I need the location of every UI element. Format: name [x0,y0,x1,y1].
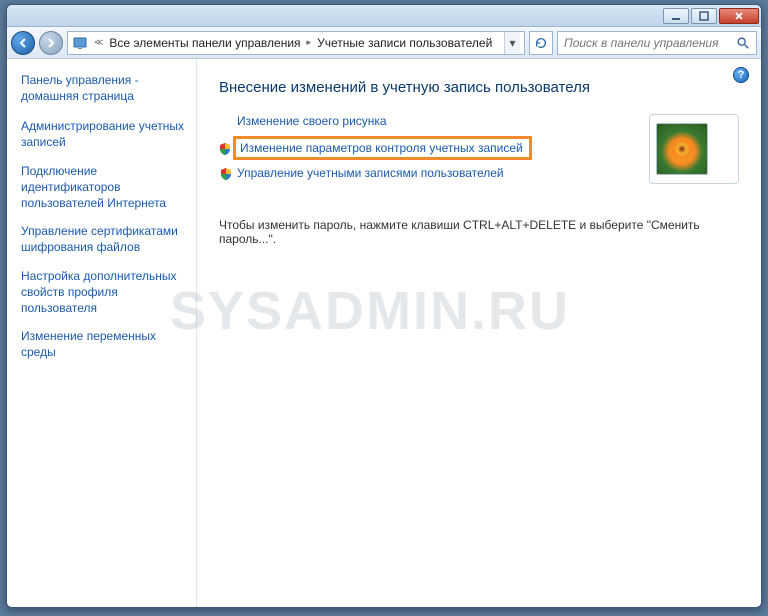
breadcrumb-dropdown-icon[interactable]: ▾ [504,32,520,54]
maximize-button[interactable] [691,8,717,24]
shield-icon [219,167,233,181]
minimize-button[interactable] [663,8,689,24]
change-picture-link[interactable]: Изменение своего рисунка [219,114,627,128]
change-uac-link[interactable]: Изменение параметров контроля учетных за… [233,136,532,160]
breadcrumb-chevron-icon: ≪ [92,37,105,48]
search-icon [736,36,750,50]
refresh-icon [534,36,548,50]
forward-button[interactable] [39,31,63,55]
back-button[interactable] [11,31,35,55]
main-panel: ? Внесение изменений в учетную запись по… [197,59,761,607]
shield-icon [218,142,232,156]
sidebar-link-admin-accounts[interactable]: Администрирование учетных записей [21,118,186,150]
close-icon [734,11,744,21]
help-icon: ? [738,69,745,81]
sidebar-link-profile-props[interactable]: Настройка дополнительных свойств профиля… [21,268,186,317]
close-button[interactable] [719,8,759,24]
control-panel-home-link[interactable]: Панель управления - домашняя страница [21,73,186,104]
manage-accounts-link[interactable]: Управление учетными записями пользовател… [219,166,627,180]
breadcrumb[interactable]: ≪ Все элементы панели управления ▸ Учетн… [67,31,525,55]
maximize-icon [699,11,709,21]
task-label: Управление учетными записями пользовател… [237,166,504,180]
body: Панель управления - домашняя страница Ад… [7,59,761,607]
control-panel-window: ≪ Все элементы панели управления ▸ Учетн… [6,4,762,608]
back-arrow-icon [17,37,29,49]
navbar: ≪ Все элементы панели управления ▸ Учетн… [7,27,761,59]
breadcrumb-separator-icon: ▸ [305,37,314,48]
control-panel-icon [72,35,88,51]
breadcrumb-segment[interactable]: Все элементы панели управления [109,36,300,50]
page-title: Внесение изменений в учетную запись поль… [219,79,739,96]
sidebar-link-env-vars[interactable]: Изменение переменных среды [21,328,186,360]
task-list: Изменение своего рисунка Изменение парам… [219,114,627,188]
task-label: Изменение параметров контроля учетных за… [240,141,523,155]
task-row: Изменение своего рисунка Изменение парам… [219,114,739,188]
forward-arrow-icon [45,37,57,49]
sidebar-link-online-ids[interactable]: Подключение идентификаторов пользователе… [21,163,186,212]
search-box[interactable] [557,31,757,55]
titlebar [7,5,761,27]
sidebar: Панель управления - домашняя страница Ад… [7,59,197,607]
breadcrumb-segment[interactable]: Учетные записи пользователей [317,36,492,50]
task-label: Изменение своего рисунка [237,114,387,128]
minimize-icon [671,11,681,21]
help-button[interactable]: ? [733,67,749,83]
sidebar-link-encryption-certs[interactable]: Управление сертификатами шифрования файл… [21,223,186,255]
refresh-button[interactable] [529,31,553,55]
account-picture-frame [649,114,739,184]
password-hint: Чтобы изменить пароль, нажмите клавиши C… [219,218,739,246]
search-input[interactable] [564,36,736,50]
account-picture [656,123,708,175]
